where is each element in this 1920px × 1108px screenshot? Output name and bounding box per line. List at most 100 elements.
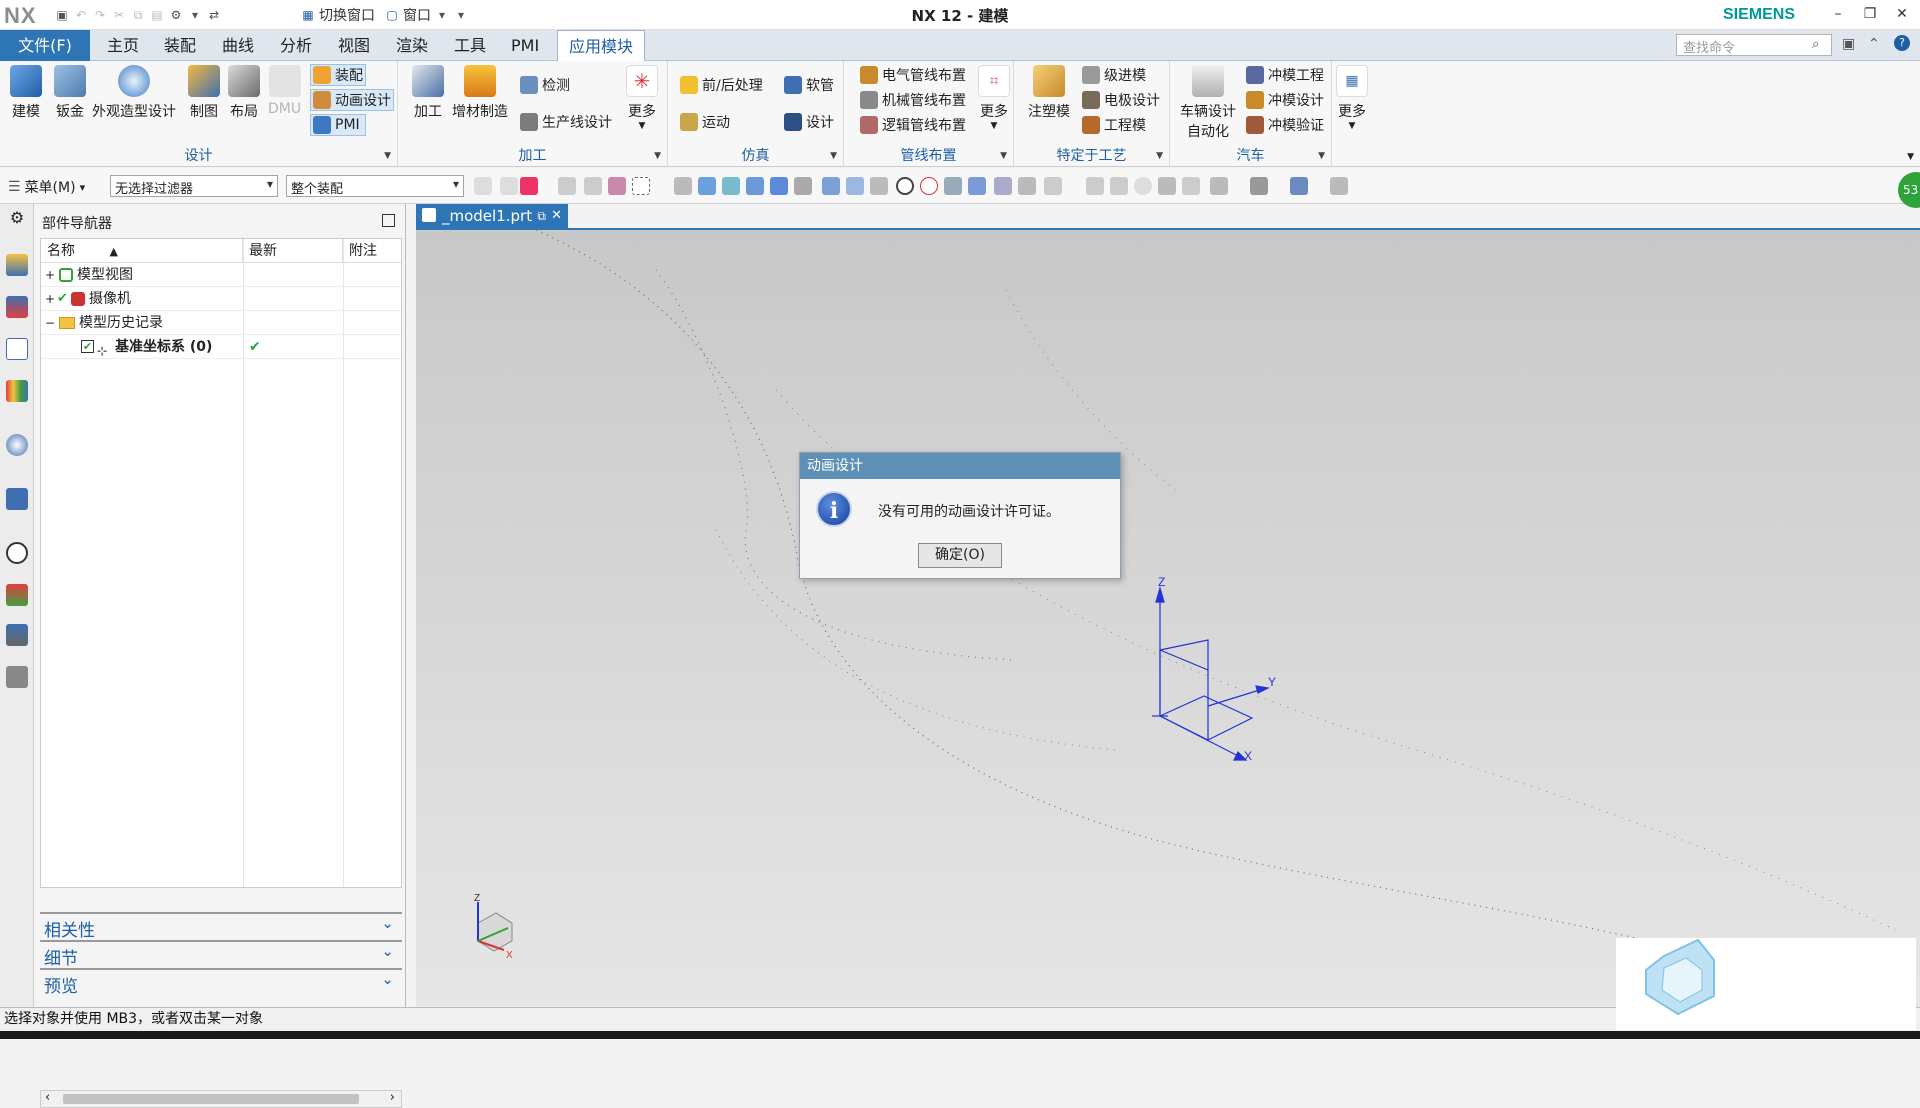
- horizontal-scrollbar[interactable]: ‹ ›: [40, 1090, 402, 1108]
- orient-icon[interactable]: [1290, 177, 1308, 195]
- pin-icon[interactable]: ⧉: [537, 204, 546, 228]
- face-icon[interactable]: [698, 177, 716, 195]
- tab-assembly[interactable]: 装配: [153, 30, 207, 61]
- face-point-icon[interactable]: [994, 177, 1012, 195]
- graphics-window[interactable]: Z Y X Z X: [416, 230, 1920, 1007]
- settings-gear-icon[interactable]: ⚙: [6, 208, 28, 230]
- tree-row-model-history[interactable]: − 模型历史记录: [41, 311, 401, 335]
- scroll-right-icon[interactable]: ›: [390, 1090, 395, 1105]
- pmi-button[interactable]: PMI: [310, 114, 366, 136]
- collapse-ribbon-icon[interactable]: ⌃: [1868, 36, 1880, 52]
- snap-icon[interactable]: [558, 177, 576, 195]
- column-header-name[interactable]: 名称 ▲: [41, 239, 243, 263]
- close-tab-icon[interactable]: ✕: [551, 204, 562, 228]
- manufacturing-button[interactable]: 加工: [412, 65, 444, 121]
- collapse-icon[interactable]: −: [45, 311, 55, 335]
- tab-pmi[interactable]: PMI: [500, 30, 550, 61]
- tab-view[interactable]: 视图: [327, 30, 381, 61]
- web-document-icon[interactable]: [6, 488, 28, 510]
- dependencies-panel[interactable]: 相关性 ⌄: [40, 912, 402, 941]
- minimize-button[interactable]: –: [1828, 4, 1848, 24]
- scrollbar-thumb[interactable]: [63, 1094, 359, 1104]
- motion-button[interactable]: 运动: [680, 111, 730, 133]
- view-icon[interactable]: [1182, 177, 1200, 195]
- center-snap-icon[interactable]: [896, 177, 914, 195]
- rotate-icon[interactable]: [1134, 177, 1152, 195]
- layout-grid-icon[interactable]: [1210, 177, 1228, 195]
- reuse-library-icon[interactable]: [6, 380, 28, 402]
- process-studio-icon[interactable]: [6, 624, 28, 646]
- selection-filter-dropdown[interactable]: 无选择过滤器: [110, 175, 278, 197]
- tree-row-datum-csys[interactable]: ✔ ⊹ 基准坐标系 (0) ✔: [41, 335, 401, 359]
- assembly-button[interactable]: 装配: [310, 64, 366, 86]
- progressive-die-button[interactable]: 级进模: [1082, 64, 1146, 86]
- book-icon[interactable]: [1044, 177, 1062, 195]
- tab-tools[interactable]: 工具: [443, 30, 497, 61]
- spline-snap-icon[interactable]: [822, 177, 840, 195]
- expand-icon[interactable]: +: [45, 287, 55, 311]
- animation-design-button[interactable]: 动画设计: [310, 89, 394, 111]
- datum-csys[interactable]: [1152, 585, 1270, 761]
- constraint-navigator-icon[interactable]: [6, 296, 28, 318]
- electrode-design-button[interactable]: 电极设计: [1082, 89, 1160, 111]
- mechanical-routing-button[interactable]: 机械管线布置: [860, 89, 966, 111]
- mid-snap-icon[interactable]: [968, 177, 986, 195]
- column-header-latest[interactable]: 最新: [243, 239, 343, 263]
- checkbox-icon[interactable]: ✔: [81, 340, 94, 353]
- wave-snap-icon[interactable]: [846, 177, 864, 195]
- sheet-metal-button[interactable]: 钣金: [54, 65, 86, 121]
- mold-wizard-button[interactable]: 注塑模: [1028, 65, 1070, 121]
- ribbon-more-button[interactable]: ▦ 更多 ▼: [1336, 65, 1368, 131]
- process-group-dropdown[interactable]: ▼: [1156, 151, 1163, 161]
- tab-curve[interactable]: 曲线: [211, 30, 265, 61]
- palette-icon[interactable]: [6, 584, 28, 606]
- die-engineering-button[interactable]: 冲模工程: [1246, 64, 1324, 86]
- expand-icon[interactable]: +: [45, 263, 55, 287]
- machining-group-dropdown[interactable]: ▼: [654, 151, 661, 161]
- line-designer-button[interactable]: 生产线设计: [520, 111, 612, 133]
- line-snap-icon[interactable]: [770, 177, 788, 195]
- automotive-group-dropdown[interactable]: ▼: [1318, 151, 1325, 161]
- tab-applications[interactable]: 应用模块: [557, 30, 646, 62]
- additive-manufacturing-button[interactable]: 增材制造: [452, 65, 508, 121]
- routing-more-button[interactable]: ⌗ 更多 ▼: [978, 65, 1010, 131]
- simulation-group-dropdown[interactable]: ▼: [830, 151, 837, 161]
- bounded-icon[interactable]: [1018, 177, 1036, 195]
- vehicle-design-automation-button[interactable]: 车辆设计 自动化: [1180, 65, 1236, 141]
- intersection-snap-icon[interactable]: [870, 177, 888, 195]
- zoom-icon[interactable]: [1110, 177, 1128, 195]
- lasso-icon[interactable]: [608, 177, 626, 195]
- details-panel[interactable]: 细节 ⌄: [40, 940, 402, 969]
- drafting-button[interactable]: 制图: [188, 65, 220, 121]
- modeling-button[interactable]: 建模: [10, 65, 42, 121]
- selection-scope-dropdown[interactable]: 整个装配: [286, 175, 464, 197]
- inspection-button[interactable]: 检测: [520, 74, 570, 96]
- entire-icon[interactable]: [722, 177, 740, 195]
- command-search-input[interactable]: 查找命令: [1676, 34, 1832, 56]
- roles-icon[interactable]: [6, 666, 28, 688]
- view-triad[interactable]: [477, 902, 513, 952]
- search-icon[interactable]: ⌕: [1812, 37, 1819, 52]
- history-clock-icon[interactable]: [6, 542, 28, 564]
- file-menu[interactable]: 文件(F): [0, 30, 90, 61]
- type-filter-icon[interactable]: [520, 177, 538, 195]
- pan-icon[interactable]: [1158, 177, 1176, 195]
- assembly-navigator-icon[interactable]: [6, 254, 28, 276]
- part-navigator-icon[interactable]: [6, 338, 28, 360]
- logical-routing-button[interactable]: 逻辑管线布置: [860, 114, 966, 136]
- tab-analysis[interactable]: 分析: [269, 30, 323, 61]
- shading-icon[interactable]: [1250, 177, 1268, 195]
- tree-row-cameras[interactable]: + ✔ 摄像机: [41, 287, 401, 311]
- die-design-button[interactable]: 冲模设计: [1246, 89, 1324, 111]
- curve-snap-icon[interactable]: [746, 177, 764, 195]
- rectangle-select-icon[interactable]: [632, 177, 650, 195]
- tree-row-model-views[interactable]: + 模型视图: [41, 263, 401, 287]
- restore-button[interactable]: ❐: [1860, 4, 1880, 24]
- tab-home[interactable]: 主页: [96, 30, 150, 61]
- close-button[interactable]: ✕: [1892, 4, 1912, 24]
- fit-icon[interactable]: [1086, 177, 1104, 195]
- design-group-dropdown[interactable]: ▼: [384, 151, 391, 161]
- quadrant-snap-icon[interactable]: [920, 177, 938, 195]
- maximize-panel-icon[interactable]: [382, 214, 395, 227]
- routing-group-dropdown[interactable]: ▼: [1000, 151, 1007, 161]
